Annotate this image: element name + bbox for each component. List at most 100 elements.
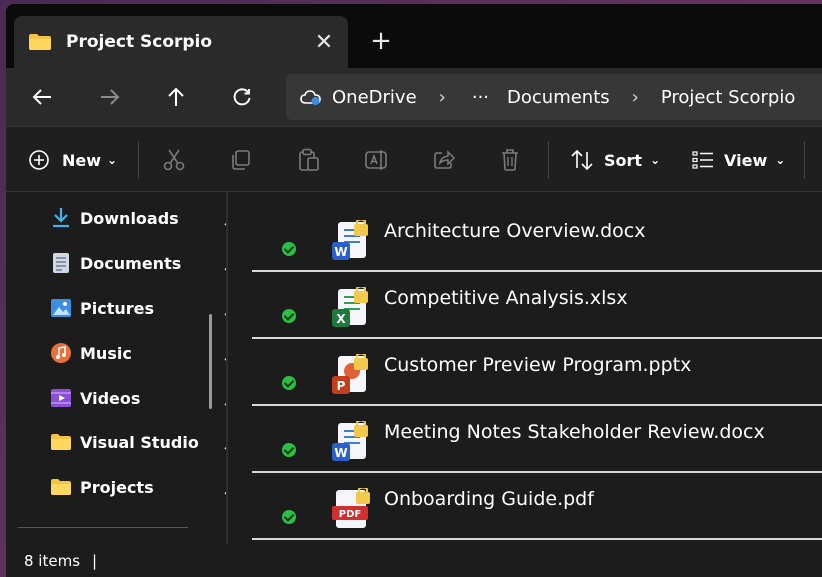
sidebar-item-music[interactable]: Music <box>50 335 239 371</box>
synced-status-icon <box>282 443 296 457</box>
toolbar-divider <box>138 141 139 179</box>
view-list-icon <box>692 151 713 169</box>
up-arrow-icon <box>168 87 184 106</box>
onedrive-cloud-icon <box>300 88 322 106</box>
file-name: Architecture Overview.docx <box>384 220 646 242</box>
sort-button[interactable]: Sort ⌄ <box>570 141 660 179</box>
status-bar: 8 items | <box>6 544 822 577</box>
new-button[interactable]: New ⌄ <box>28 141 117 179</box>
file-row[interactable]: P Customer Preview Program.pptx <box>252 340 822 406</box>
copy-icon <box>232 150 250 170</box>
sidebar-item-projects[interactable]: Projects <box>50 469 239 505</box>
navigation-bar: OneDrive › ··· Documents › Project Scorp… <box>6 68 822 126</box>
navigation-pane: Downloads Documents Pictures Music Video… <box>6 192 239 544</box>
document-icon <box>50 252 72 274</box>
file-name: Meeting Notes Stakeholder Review.docx <box>384 421 765 443</box>
sidebar-item-label: Music <box>80 343 132 363</box>
tab-project-scorpio[interactable]: Project Scorpio ✕ <box>14 16 348 68</box>
synced-status-icon <box>282 376 296 390</box>
file-name: Onboarding Guide.pdf <box>384 488 594 510</box>
file-row[interactable]: X Competitive Analysis.xlsx <box>252 273 822 339</box>
folder-icon <box>50 431 72 453</box>
chevron-down-icon: ⌄ <box>107 153 118 167</box>
status-separator: | <box>92 551 98 570</box>
powerpoint-file-icon: P <box>330 352 374 398</box>
tab-title: Project Scorpio <box>66 32 213 52</box>
file-explorer-window: Project Scorpio ✕ + OneDrive › ··· Docum… <box>6 4 822 577</box>
file-list: W Architecture Overview.docx X Competiti… <box>228 192 822 544</box>
address-bar[interactable]: OneDrive › ··· Documents › Project Scorp… <box>286 74 822 120</box>
trash-icon <box>502 149 518 171</box>
sidebar-divider <box>18 527 188 528</box>
plus-circle-icon <box>29 150 49 170</box>
refresh-icon <box>233 88 251 106</box>
toolbar-divider <box>804 141 805 179</box>
sidebar-item-label: Visual Studio <box>80 432 199 452</box>
sort-arrows-icon <box>571 149 593 171</box>
sidebar-item-label: Downloads <box>80 208 179 228</box>
folder-icon <box>28 33 52 51</box>
sidebar-scrollbar[interactable] <box>209 314 212 409</box>
pictures-icon <box>50 297 72 319</box>
download-icon <box>50 207 72 229</box>
synced-status-icon <box>282 510 296 524</box>
svg-text:W: W <box>334 245 347 259</box>
word-file-icon: W <box>330 218 374 264</box>
copy-button[interactable] <box>230 141 252 179</box>
up-button[interactable] <box>156 78 196 116</box>
folder-icon <box>50 476 72 498</box>
breadcrumb-onedrive[interactable]: OneDrive <box>332 87 417 108</box>
paste-button[interactable] <box>298 141 320 179</box>
refresh-button[interactable] <box>222 78 262 116</box>
file-name: Competitive Analysis.xlsx <box>384 287 628 309</box>
breadcrumb-separator[interactable]: › <box>439 87 446 108</box>
file-name: Customer Preview Program.pptx <box>384 354 692 376</box>
rename-icon <box>365 150 387 170</box>
file-row[interactable]: W Architecture Overview.docx <box>252 206 822 272</box>
sidebar-item-visual-studio[interactable]: Visual Studio <box>50 424 239 460</box>
pdf-file-icon: PDF <box>330 486 374 532</box>
videos-icon <box>50 387 72 409</box>
sidebar-item-pictures[interactable]: Pictures <box>50 290 239 326</box>
back-arrow-icon <box>32 89 51 105</box>
title-bar: Project Scorpio ✕ + <box>6 4 822 68</box>
breadcrumb-project-scorpio[interactable]: Project Scorpio <box>661 87 795 108</box>
file-row[interactable]: PDF Onboarding Guide.pdf <box>252 474 822 540</box>
new-tab-button[interactable]: + <box>364 24 398 58</box>
file-row[interactable]: W Meeting Notes Stakeholder Review.docx <box>252 407 822 473</box>
share-button[interactable] <box>432 141 456 179</box>
sidebar-item-documents[interactable]: Documents <box>50 245 239 281</box>
delete-button[interactable] <box>500 141 520 179</box>
synced-status-icon <box>282 309 296 323</box>
view-button[interactable]: View ⌄ <box>692 141 785 179</box>
sidebar-item-videos[interactable]: Videos <box>50 380 239 416</box>
chevron-down-icon: ⌄ <box>650 153 661 167</box>
forward-arrow-icon <box>101 89 120 105</box>
svg-text:X: X <box>336 312 346 326</box>
cut-button[interactable] <box>162 141 186 179</box>
toolbar-divider <box>548 141 549 179</box>
svg-text:W: W <box>334 446 347 460</box>
breadcrumb-more[interactable]: ··· <box>472 87 489 108</box>
scissors-icon <box>163 149 185 171</box>
item-count: 8 items <box>24 551 81 570</box>
chevron-down-icon: ⌄ <box>775 153 786 167</box>
sidebar-item-downloads[interactable]: Downloads <box>50 200 239 236</box>
word-file-icon: W <box>330 419 374 465</box>
forward-button[interactable] <box>90 78 130 116</box>
share-icon <box>434 150 456 169</box>
excel-file-icon: X <box>330 285 374 331</box>
breadcrumb-separator[interactable]: › <box>632 87 639 108</box>
view-label: View <box>724 150 768 170</box>
rename-button[interactable] <box>364 141 388 179</box>
sort-label: Sort <box>604 150 643 170</box>
new-label: New <box>62 150 102 170</box>
music-icon <box>50 342 72 364</box>
svg-text:PDF: PDF <box>339 509 361 520</box>
synced-status-icon <box>282 242 296 256</box>
back-button[interactable] <box>22 78 62 116</box>
breadcrumb-documents[interactable]: Documents <box>507 87 610 108</box>
sidebar-item-label: Pictures <box>80 298 154 318</box>
sidebar-item-label: Documents <box>80 253 182 273</box>
close-tab-icon[interactable]: ✕ <box>308 26 340 58</box>
